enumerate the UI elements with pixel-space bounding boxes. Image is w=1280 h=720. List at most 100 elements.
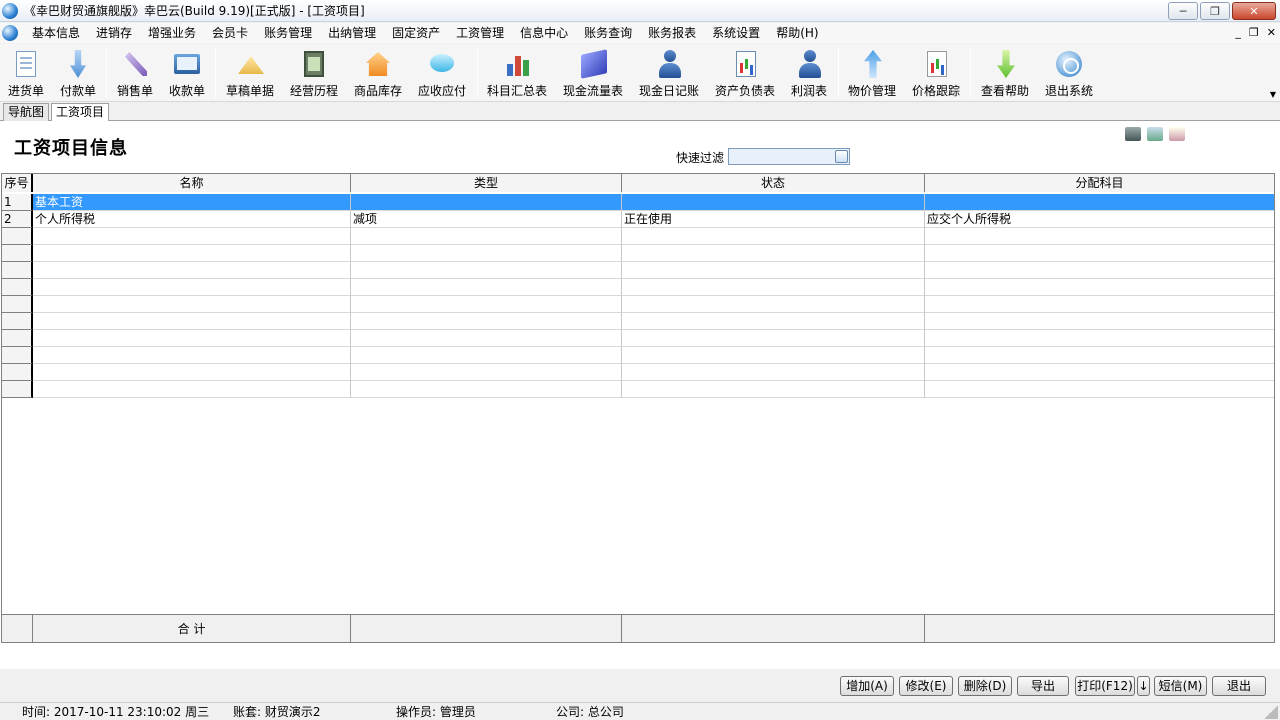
col-index[interactable]: 序号 xyxy=(2,174,33,192)
row-name-cell[interactable] xyxy=(33,381,351,398)
toolbar-receipt-button[interactable]: 收款单 xyxy=(165,46,209,100)
row-type-cell[interactable] xyxy=(351,262,622,279)
row-index-cell[interactable] xyxy=(2,296,33,313)
tab-navigation[interactable]: 导航图 xyxy=(3,103,50,121)
col-type[interactable]: 类型 xyxy=(351,174,622,192)
row-type-cell[interactable]: 减项 xyxy=(351,211,622,228)
row-account-cell[interactable] xyxy=(925,245,1274,262)
menu-member-card[interactable]: 会员卡 xyxy=(204,23,256,43)
row-type-cell[interactable] xyxy=(351,296,622,313)
table-row[interactable] xyxy=(2,296,1274,313)
settings-icon[interactable] xyxy=(1147,127,1163,141)
row-index-cell[interactable] xyxy=(2,347,33,364)
row-type-cell[interactable] xyxy=(351,330,622,347)
row-name-cell[interactable] xyxy=(33,279,351,296)
row-status-cell[interactable] xyxy=(622,381,925,398)
row-account-cell[interactable] xyxy=(925,194,1274,211)
layout-icon[interactable] xyxy=(1169,127,1185,141)
row-account-cell[interactable] xyxy=(925,279,1274,296)
row-account-cell[interactable] xyxy=(925,347,1274,364)
menu-cashier[interactable]: 出纳管理 xyxy=(320,23,384,43)
row-index-cell[interactable]: 2 xyxy=(2,211,33,228)
row-status-cell[interactable] xyxy=(622,347,925,364)
row-status-cell[interactable]: 正在使用 xyxy=(622,211,925,228)
toolbar-sales-button[interactable]: 销售单 xyxy=(113,46,157,100)
filter-search-icon[interactable] xyxy=(835,150,848,163)
table-row[interactable]: 2 个人所得税 减项 正在使用 应交个人所得税 xyxy=(2,211,1274,228)
menu-accounting[interactable]: 账务管理 xyxy=(256,23,320,43)
row-type-cell[interactable] xyxy=(351,313,622,330)
row-status-cell[interactable] xyxy=(622,228,925,245)
toolbar-account-summary-button[interactable]: 科目汇总表 xyxy=(484,46,550,100)
menu-payroll[interactable]: 工资管理 xyxy=(448,23,512,43)
sms-button[interactable]: 短信(M) xyxy=(1154,676,1207,696)
row-name-cell[interactable] xyxy=(33,262,351,279)
row-index-cell[interactable] xyxy=(2,381,33,398)
mdi-restore-button[interactable]: ❐ xyxy=(1249,23,1259,43)
menu-info-center[interactable]: 信息中心 xyxy=(512,23,576,43)
row-account-cell[interactable] xyxy=(925,330,1274,347)
col-name[interactable]: 名称 xyxy=(33,174,351,192)
toolbar-receivable-button[interactable]: 应收应付 xyxy=(414,46,470,100)
row-status-cell[interactable] xyxy=(622,279,925,296)
system-menu-icon[interactable] xyxy=(2,25,18,41)
row-index-cell[interactable] xyxy=(2,279,33,296)
row-name-cell[interactable]: 基本工资 xyxy=(33,194,351,211)
row-index-cell[interactable] xyxy=(2,364,33,381)
table-row[interactable] xyxy=(2,245,1274,262)
print-options-button[interactable]: ↓ xyxy=(1137,676,1150,696)
row-name-cell[interactable] xyxy=(33,347,351,364)
row-account-cell[interactable]: 应交个人所得税 xyxy=(925,211,1274,228)
delete-button[interactable]: 删除(D) xyxy=(958,676,1012,696)
row-status-cell[interactable] xyxy=(622,194,925,211)
row-type-cell[interactable] xyxy=(351,364,622,381)
row-account-cell[interactable] xyxy=(925,296,1274,313)
quick-filter-input[interactable] xyxy=(728,148,850,165)
toolbar-help-button[interactable]: 查看帮助 xyxy=(977,46,1033,100)
row-index-cell[interactable] xyxy=(2,228,33,245)
table-row[interactable] xyxy=(2,347,1274,364)
col-account[interactable]: 分配科目 xyxy=(925,174,1274,192)
table-row[interactable] xyxy=(2,364,1274,381)
row-account-cell[interactable] xyxy=(925,381,1274,398)
export-button[interactable]: 导出 xyxy=(1017,676,1069,696)
toolbar-exit-system-button[interactable]: 退出系统 xyxy=(1041,46,1097,100)
row-index-cell[interactable] xyxy=(2,313,33,330)
edit-button[interactable]: 修改(E) xyxy=(899,676,953,696)
row-index-cell[interactable] xyxy=(2,262,33,279)
row-type-cell[interactable] xyxy=(351,228,622,245)
row-status-cell[interactable] xyxy=(622,245,925,262)
menu-help[interactable]: 帮助(H) xyxy=(768,23,826,43)
toolbar-price-manage-button[interactable]: 物价管理 xyxy=(844,46,900,100)
tab-payroll-items[interactable]: 工资项目 xyxy=(51,103,110,122)
toolbar-inventory-button[interactable]: 商品库存 xyxy=(350,46,406,100)
row-name-cell[interactable] xyxy=(33,245,351,262)
maximize-button[interactable]: ❐ xyxy=(1200,2,1230,20)
menu-inventory[interactable]: 进销存 xyxy=(88,23,140,43)
toolbar-history-button[interactable]: 经营历程 xyxy=(286,46,342,100)
row-account-cell[interactable] xyxy=(925,262,1274,279)
toolbar-cashflow-button[interactable]: 现金流量表 xyxy=(558,46,628,100)
table-row[interactable]: 1 基本工资 xyxy=(2,194,1274,211)
row-index-cell[interactable] xyxy=(2,245,33,262)
row-name-cell[interactable] xyxy=(33,330,351,347)
table-row[interactable] xyxy=(2,228,1274,245)
toolbar-profit-button[interactable]: 利润表 xyxy=(784,46,834,100)
toolbar-price-tracking-button[interactable]: 价格跟踪 xyxy=(908,46,964,100)
row-account-cell[interactable] xyxy=(925,313,1274,330)
menu-fixed-assets[interactable]: 固定资产 xyxy=(384,23,448,43)
row-name-cell[interactable] xyxy=(33,313,351,330)
toolbar-payment-button[interactable]: 付款单 xyxy=(56,46,100,100)
col-status[interactable]: 状态 xyxy=(622,174,925,192)
print-button[interactable]: 打印(F12) xyxy=(1075,676,1135,696)
row-status-cell[interactable] xyxy=(622,364,925,381)
row-type-cell[interactable] xyxy=(351,194,622,211)
close-button[interactable]: ✕ xyxy=(1232,2,1276,20)
table-row[interactable] xyxy=(2,381,1274,398)
toolbar-cash-journal-button[interactable]: 现金日记账 xyxy=(634,46,704,100)
row-status-cell[interactable] xyxy=(622,262,925,279)
row-account-cell[interactable] xyxy=(925,228,1274,245)
row-index-cell[interactable] xyxy=(2,330,33,347)
minimize-button[interactable]: ─ xyxy=(1168,2,1198,20)
row-name-cell[interactable]: 个人所得税 xyxy=(33,211,351,228)
